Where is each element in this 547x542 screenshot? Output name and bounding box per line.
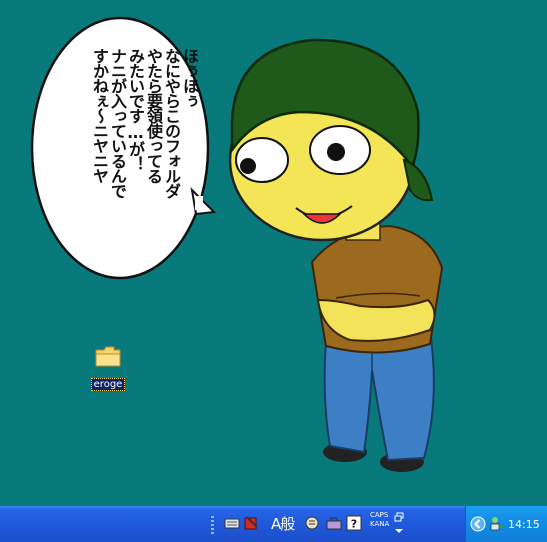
desktop[interactable]: ほぅほぅ なにやらこのフォルダ やたら要領使ってる みたいです…が！ ナニが入っているん… (0, 0, 547, 506)
character (228, 38, 444, 472)
speech-line: ほぅほぅ (180, 48, 199, 108)
restore-icon[interactable] (394, 512, 404, 522)
keyboard-icon[interactable] (224, 515, 240, 531)
input-mode-indicator[interactable]: A般 (271, 513, 295, 534)
network-connection-icon[interactable] (488, 515, 504, 533)
speech-line: なにやらこのフォルダ (162, 48, 181, 198)
speech-line: みたいです…が！ (126, 48, 145, 171)
language-bar-grip[interactable] (211, 516, 214, 534)
taskbar: A般 ? CAPS KANA 14:15 (0, 506, 547, 542)
chevron-down-icon[interactable] (394, 527, 404, 535)
caps-label: CAPS (370, 511, 389, 519)
kana-label: KANA (370, 520, 390, 528)
clock[interactable]: 14:15 (508, 518, 540, 531)
speech-line: ナニが入っているんで (108, 48, 127, 198)
speech-line: やたら要領使ってる (144, 48, 163, 183)
dictionary-tool-icon[interactable] (304, 515, 320, 531)
caps-kana-indicator[interactable]: CAPS KANA (370, 511, 389, 529)
speech-bubble-text: ほぅほぅ なにやらこのフォルダ やたら要領使ってる みたいです…が！ ナニが入っているん… (48, 48, 199, 268)
toolbox-icon[interactable] (326, 515, 342, 531)
desktop-icon-eroge-folder[interactable]: eroge (88, 344, 128, 391)
help-icon[interactable]: ? (346, 515, 362, 531)
folder-icon (95, 346, 121, 367)
svg-text:?: ? (351, 518, 357, 531)
ime-pad-icon[interactable] (243, 515, 259, 531)
desktop-icon-label: eroge (90, 378, 126, 391)
speech-line: すかねぇ～ニヤニヤ (90, 48, 109, 183)
show-hidden-icons-button[interactable] (470, 516, 486, 532)
